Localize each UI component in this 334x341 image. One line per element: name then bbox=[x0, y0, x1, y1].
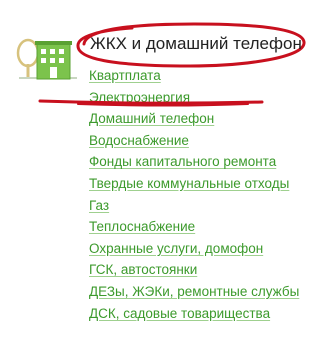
list-item: Охранные услуги, домофон bbox=[89, 238, 299, 260]
link-dez-zhek[interactable]: ДЕЗы, ЖЭКи, ремонтные службы bbox=[89, 284, 299, 299]
link-kvartplata[interactable]: Квартплата bbox=[89, 68, 161, 83]
link-gsk-avtostoyanki[interactable]: ГСК, автостоянки bbox=[89, 262, 197, 277]
list-item: Фонды капитального ремонта bbox=[89, 151, 299, 173]
list-item: Домашний телефон bbox=[89, 108, 299, 130]
list-item: Теплоснабжение bbox=[89, 216, 299, 238]
list-item: Квартплата bbox=[89, 65, 299, 87]
category-title: ЖКХ и домашний телефон bbox=[90, 34, 302, 53]
link-okhrana-domofon[interactable]: Охранные услуги, домофон bbox=[89, 241, 263, 256]
list-item: Твердые коммунальные отходы bbox=[89, 173, 299, 195]
link-fondy-kapremonta[interactable]: Фонды капитального ремонта bbox=[89, 154, 276, 169]
list-item: ДЕЗы, ЖЭКи, ремонтные службы bbox=[89, 281, 299, 303]
link-gaz[interactable]: Газ bbox=[89, 198, 109, 213]
link-tko[interactable]: Твердые коммунальные отходы bbox=[89, 176, 289, 191]
list-item: Газ bbox=[89, 195, 299, 217]
link-domashniy-telefon[interactable]: Домашний телефон bbox=[89, 111, 214, 126]
link-teplosnabzhenie[interactable]: Теплоснабжение bbox=[89, 219, 195, 234]
list-item: Водоснабжение bbox=[89, 130, 299, 152]
red-underline-highlight bbox=[38, 99, 264, 107]
list-item: ДСК, садовые товарищества bbox=[89, 303, 299, 325]
list-item: ГСК, автостоянки bbox=[89, 259, 299, 281]
link-dsk-sadovye[interactable]: ДСК, садовые товарищества bbox=[89, 306, 270, 321]
link-vodosnabzhenie[interactable]: Водоснабжение bbox=[89, 133, 189, 148]
category-header: ЖКХ и домашний телефон bbox=[72, 18, 308, 70]
